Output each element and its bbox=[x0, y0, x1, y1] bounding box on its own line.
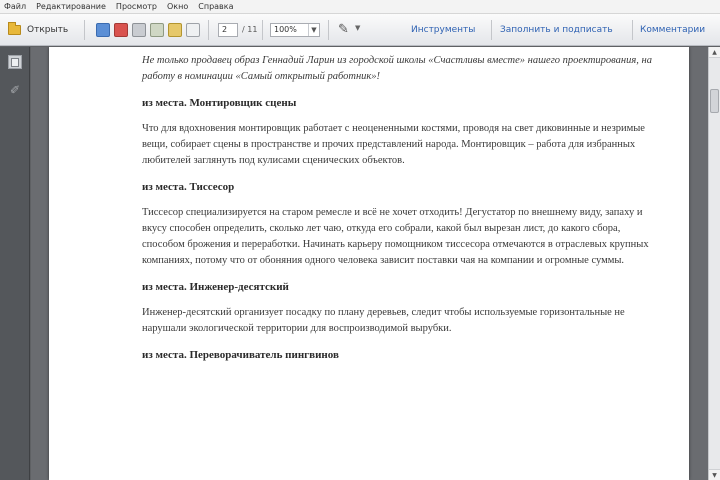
menu-bar: Файл Редактирование Просмотр Окно Справк… bbox=[0, 0, 720, 14]
scroll-down-icon[interactable]: ▼ bbox=[709, 469, 720, 480]
sign-pen-icon[interactable]: ✎ bbox=[338, 22, 349, 38]
section-text: Что для вдохновения монтировщик работает… bbox=[142, 123, 645, 166]
toolbar-divider bbox=[632, 20, 633, 40]
tools-button[interactable]: Инструменты bbox=[411, 23, 475, 37]
folder-icon bbox=[8, 22, 21, 35]
page-number-input[interactable]: 2 bbox=[218, 23, 238, 37]
page-total: / 11 bbox=[242, 25, 258, 34]
attachments-icon[interactable]: ✐ bbox=[8, 83, 22, 97]
comment-button[interactable]: Комментарии bbox=[640, 23, 705, 37]
menu-help[interactable]: Справка bbox=[198, 2, 233, 11]
email-button[interactable] bbox=[168, 14, 182, 46]
print-icon bbox=[150, 23, 164, 37]
create-pdf-icon bbox=[96, 23, 110, 37]
email-icon bbox=[168, 23, 182, 37]
open-button[interactable]: Открыть bbox=[8, 14, 68, 46]
print-button[interactable] bbox=[150, 14, 164, 46]
toolbar-divider bbox=[328, 20, 329, 40]
scroll-up-icon[interactable]: ▲ bbox=[709, 47, 720, 58]
menu-file[interactable]: Файл bbox=[4, 2, 26, 11]
save-icon bbox=[132, 23, 146, 37]
create-pdf-button[interactable] bbox=[96, 14, 110, 46]
menu-window[interactable]: Окно bbox=[167, 2, 188, 11]
document-page: Не только продавец образ Геннадий Ларин … bbox=[49, 47, 689, 480]
vertical-scrollbar[interactable]: ▲ ▼ bbox=[708, 47, 720, 480]
toolbar: Открыть 2 / 11 100% ▼ ✎ ▼ Инструменты За… bbox=[0, 14, 720, 46]
page-view-icon bbox=[186, 23, 200, 37]
page-content: Не только продавец образ Геннадий Ларин … bbox=[142, 53, 652, 373]
toolbar-divider bbox=[208, 20, 209, 40]
toolbar-divider bbox=[262, 20, 263, 40]
zoom-value: 100% bbox=[274, 25, 297, 34]
export-icon bbox=[114, 23, 128, 37]
section-heading: из места. Переворачиватель пингвинов bbox=[142, 349, 339, 361]
page-thumbnails-icon[interactable] bbox=[8, 55, 22, 69]
section-text: Тиссесор специализируется на старом реме… bbox=[142, 207, 649, 266]
section-text: Инженер-десятский организует посадку по … bbox=[142, 307, 625, 334]
fill-sign-button[interactable]: Заполнить и подписать bbox=[500, 23, 613, 37]
toolbar-divider bbox=[84, 20, 85, 40]
navigation-pane: ✐ bbox=[0, 47, 30, 480]
export-button[interactable] bbox=[114, 14, 128, 46]
toolbar-divider bbox=[491, 20, 492, 40]
chevron-down-icon[interactable]: ▼ bbox=[355, 24, 360, 32]
intro-paragraph: Не только продавец образ Геннадий Ларин … bbox=[142, 55, 652, 82]
section-heading: из места. Тиссесор bbox=[142, 181, 235, 193]
save-button[interactable] bbox=[132, 14, 146, 46]
document-viewport[interactable]: Не только продавец образ Геннадий Ларин … bbox=[31, 47, 708, 480]
menu-edit[interactable]: Редактирование bbox=[36, 2, 106, 11]
zoom-select[interactable]: 100% ▼ bbox=[270, 23, 320, 37]
section-heading: из места. Инженер-десятский bbox=[142, 281, 289, 293]
page-view-button[interactable] bbox=[186, 14, 200, 46]
scroll-thumb[interactable] bbox=[710, 89, 719, 113]
menu-view[interactable]: Просмотр bbox=[116, 2, 157, 11]
open-button-label: Открыть bbox=[27, 25, 69, 35]
section-heading: из места. Монтировщик сцены bbox=[142, 97, 297, 109]
chevron-down-icon[interactable]: ▼ bbox=[308, 24, 319, 36]
